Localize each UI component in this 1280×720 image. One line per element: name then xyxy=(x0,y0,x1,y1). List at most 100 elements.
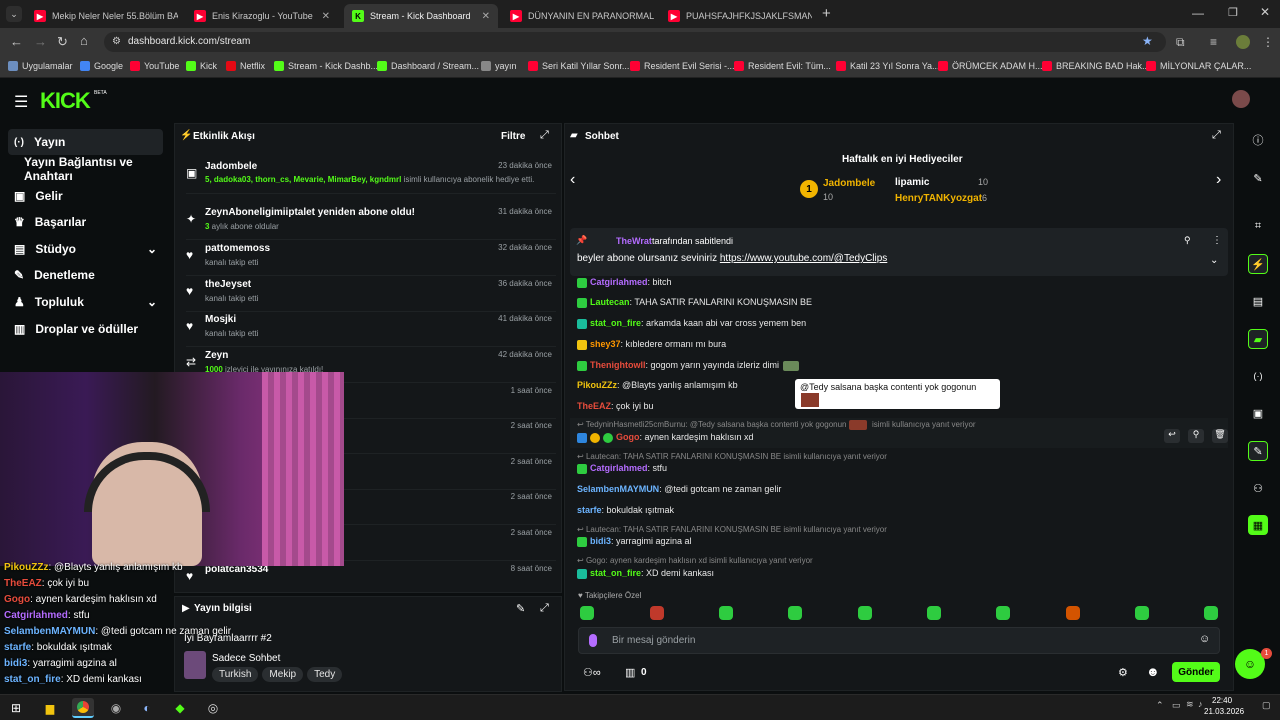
chat-user[interactable]: shey37 xyxy=(590,339,621,349)
chat-user[interactable]: Lautecan xyxy=(590,297,630,307)
kick-app-icon[interactable]: ◆ xyxy=(170,700,190,716)
chat-user[interactable]: Catgirlahmed xyxy=(590,463,648,473)
tab-0[interactable]: ▶Mekip Neler Neler 55.Bölüm BAŞ✕ xyxy=(26,4,178,28)
bookmark-item[interactable]: YouTube xyxy=(130,61,179,71)
notification-icon[interactable]: ▢ xyxy=(1262,700,1271,711)
file-explorer-icon[interactable]: ▆ xyxy=(40,700,60,716)
obs-icon[interactable]: ◎ xyxy=(203,700,223,716)
bookmark-item[interactable]: Google xyxy=(80,61,123,71)
emote[interactable] xyxy=(719,606,733,620)
emote[interactable] xyxy=(1204,606,1218,620)
tab-2[interactable]: K Stream - Kick Dashboard ✕ xyxy=(344,4,498,28)
emote[interactable] xyxy=(1135,606,1149,620)
emote[interactable] xyxy=(650,606,664,620)
chrome-icon[interactable] xyxy=(72,698,94,718)
clock-time[interactable]: 22:40 xyxy=(1212,696,1232,705)
menu-icon[interactable]: ⋮ xyxy=(1262,35,1274,49)
maximize-button[interactable]: ❐ xyxy=(1228,6,1238,19)
sidebar-item-gelir[interactable]: ▣ Gelir xyxy=(8,183,163,209)
sidebar-item-yayin[interactable]: (·) Yayın xyxy=(8,129,163,155)
gifter-name[interactable]: Jadombele xyxy=(823,178,875,189)
wrench-icon[interactable]: ✎ xyxy=(1248,441,1268,461)
chat-user[interactable]: starfe xyxy=(577,505,602,515)
hamburger-icon[interactable]: ☰ xyxy=(14,92,28,112)
emote[interactable] xyxy=(1066,606,1080,620)
tab-1[interactable]: ▶ Enis Kirazoglu - YouTube ✕ xyxy=(186,4,338,28)
bookmark-item[interactable]: Dashboard / Stream... xyxy=(377,61,479,71)
chevron-down-icon[interactable]: ⌄ xyxy=(147,295,157,309)
delete-icon[interactable]: 🗑 xyxy=(1212,429,1228,443)
chat-user[interactable]: Gogo xyxy=(616,432,640,442)
chat-user[interactable]: bidi3 xyxy=(590,536,611,546)
emote[interactable] xyxy=(996,606,1010,620)
bookmark-star-icon[interactable]: ★ xyxy=(1142,34,1153,48)
edit-icon[interactable]: ✎ xyxy=(516,602,525,615)
volume-icon[interactable]: ♪ xyxy=(1198,699,1203,709)
popout-icon[interactable]: ⤢ xyxy=(540,602,549,615)
bookmark-item[interactable]: Seri Katil Yıllar Sonr... xyxy=(528,61,629,71)
close-icon[interactable]: ✕ xyxy=(322,11,330,22)
gifter-name[interactable]: HenryTANKyozgat xyxy=(895,193,982,204)
chat-user[interactable]: PikouZZz xyxy=(577,380,617,390)
gifter-name[interactable]: lipamic xyxy=(895,177,929,188)
pinned-link[interactable]: https://www.youtube.com/@TedyClips xyxy=(720,253,887,264)
tag[interactable]: Tedy xyxy=(307,667,343,682)
network-icon[interactable]: ▭ xyxy=(1172,700,1181,711)
chevron-left-icon[interactable]: ‹ xyxy=(570,171,575,189)
windows-icon[interactable]: ⊞ xyxy=(6,700,26,716)
chat-user[interactable]: stat_on_fire xyxy=(590,568,641,578)
bookmark-item[interactable]: Resident Evil: Tüm... xyxy=(734,61,831,71)
chat-user[interactable]: Catgirlahmed xyxy=(590,277,648,287)
bookmark-item[interactable]: BREAKING BAD Hak... xyxy=(1042,61,1150,71)
pencil-icon[interactable]: ✎ xyxy=(1248,168,1268,188)
unpin-icon[interactable]: ⚲ xyxy=(1184,235,1191,246)
chevron-down-icon[interactable]: ⌄ xyxy=(147,242,157,256)
emote[interactable] xyxy=(580,606,594,620)
more-icon[interactable]: ⋮ xyxy=(1212,235,1222,246)
clock-date[interactable]: 21.03.2026 xyxy=(1204,707,1244,716)
mic-icon[interactable] xyxy=(589,634,597,647)
broadcast-icon[interactable]: (·) xyxy=(1248,366,1268,386)
popout-icon[interactable]: ⤢ xyxy=(540,129,549,142)
bookmark-item[interactable]: Kick xyxy=(186,61,217,71)
bookmark-item[interactable]: Resident Evil Serisi -... xyxy=(630,61,735,71)
close-window-button[interactable]: ✕ xyxy=(1260,5,1270,19)
tray-chevron-icon[interactable]: ⌃ xyxy=(1156,700,1164,711)
chat-user[interactable]: stat_on_fire xyxy=(590,318,641,328)
emote-picker-icon[interactable]: ☻ xyxy=(1146,664,1160,679)
tab-search-button[interactable]: ⌄ xyxy=(6,6,22,22)
bookmark-item[interactable]: yayın xyxy=(481,61,517,71)
sidebar-item-droplar[interactable]: ▥ Droplar ve ödüller xyxy=(8,316,163,342)
extensions-icon[interactable]: ⧉ xyxy=(1176,35,1185,50)
pin-message-icon[interactable]: ⚲ xyxy=(1188,429,1204,443)
bookmark-item[interactable]: Uygulamalar xyxy=(8,61,73,71)
media-icon[interactable]: ≡ xyxy=(1210,35,1217,49)
emote[interactable] xyxy=(858,606,872,620)
community-icon[interactable]: ⚇∞ xyxy=(583,666,601,679)
bolt-icon[interactable]: ⚡ xyxy=(1248,254,1268,274)
info-icon[interactable]: ⓘ xyxy=(1248,130,1268,150)
chevron-right-icon[interactable]: › xyxy=(1216,171,1221,189)
bookmark-item[interactable]: ÖRÜMCEK ADAM H... xyxy=(938,61,1043,71)
chat-user[interactable]: Thenightowll xyxy=(590,360,646,370)
chevron-down-icon[interactable]: ⌄ xyxy=(1210,255,1218,266)
kick-logo[interactable]: KICK xyxy=(40,88,91,114)
bookmark-item[interactable]: MİLYONLAR ÇALAR... xyxy=(1146,61,1251,71)
url-bar[interactable]: ⚙ dashboard.kick.com/stream ★ xyxy=(104,32,1166,52)
monitor-icon[interactable]: ▣ xyxy=(1248,403,1268,423)
filter-button[interactable]: Filtre xyxy=(501,131,525,142)
bookmark-item[interactable]: Netflix xyxy=(226,61,265,71)
crop-icon[interactable]: ⌗ xyxy=(1248,216,1268,236)
community-icon[interactable]: ⚇ xyxy=(1248,478,1268,498)
sidebar-item-stream-key[interactable]: Yayın Bağlantısı ve Anahtarı xyxy=(8,155,163,183)
app-icon[interactable]: ◉ xyxy=(106,700,126,716)
bookmark-item[interactable]: Stream - Kick Dashb... xyxy=(274,61,378,71)
bookmark-item[interactable]: Katil 23 Yıl Sonra Ya... xyxy=(836,61,940,71)
reload-icon[interactable]: ↻ xyxy=(57,34,68,50)
tab-3[interactable]: ▶DÜNYANIN EN PARANORMAL✕ xyxy=(502,4,654,28)
chat-input[interactable]: Bir mesaj gönderin ☺ xyxy=(578,627,1220,654)
site-info-icon[interactable]: ⚙ xyxy=(112,36,121,47)
send-button[interactable]: Gönder xyxy=(1172,662,1220,682)
new-tab-button[interactable]: + xyxy=(822,5,831,22)
chat-user[interactable]: SelambenMAYMUN xyxy=(577,484,659,494)
